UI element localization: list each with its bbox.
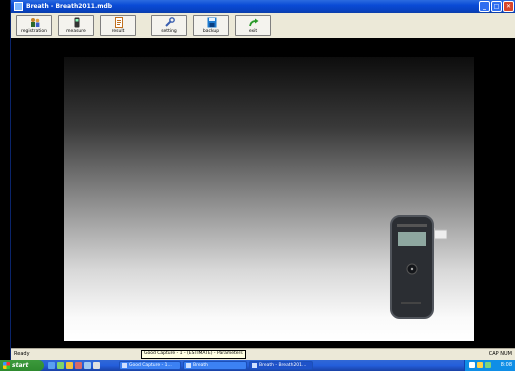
maximize-button[interactable]: □ <box>491 1 502 12</box>
task-label: Good Capture - 1... <box>129 363 172 368</box>
exit-label: exit <box>248 29 258 34</box>
key-indicators: CAP NUM <box>488 351 512 357</box>
people-icon <box>31 18 40 27</box>
volume-icon[interactable] <box>477 362 483 368</box>
document-icon <box>115 17 123 28</box>
task-breath-app[interactable]: Breath - Breath201... <box>249 361 313 370</box>
setting-label: setting <box>161 29 177 34</box>
main-content <box>11 38 515 348</box>
taskbar: start Good Capture - 1... Breath Breath … <box>0 360 515 371</box>
measure-label: measure <box>66 29 86 34</box>
exit-button[interactable]: exit <box>235 15 271 36</box>
close-button[interactable]: ✕ <box>503 1 514 12</box>
device-icon <box>74 17 80 28</box>
ie-icon[interactable] <box>48 362 55 369</box>
task-breath-folder[interactable]: Breath <box>183 361 247 370</box>
splash-panel <box>64 57 474 341</box>
result-button[interactable]: result <box>100 15 136 36</box>
setting-button[interactable]: setting <box>151 15 187 36</box>
wrench-icon <box>165 17 175 27</box>
window-title: Breath - Breath2011.mdb <box>26 3 113 10</box>
folder-task-icon <box>186 363 191 368</box>
backup-button[interactable]: backup <box>193 15 229 36</box>
windows-logo-icon <box>3 362 10 369</box>
task-good-capture[interactable]: Good Capture - 1... <box>119 361 181 370</box>
floppy-icon <box>207 17 217 28</box>
network-icon[interactable] <box>469 362 475 368</box>
toolbar: registration measure result setting back… <box>11 13 515 39</box>
app-quicklaunch-icon[interactable] <box>84 362 91 369</box>
start-label: start <box>12 362 29 369</box>
window-controls: _ □ ✕ <box>479 1 514 12</box>
task-label: Breath <box>193 363 208 368</box>
measure-button[interactable]: measure <box>58 15 94 36</box>
tooltip: Good Capture - 1 - (ESTIMATE) - Paramete… <box>141 350 246 359</box>
app-icon <box>14 2 23 11</box>
backup-label: backup <box>202 29 220 34</box>
result-label: result <box>111 29 125 34</box>
system-tray: 8:08 <box>464 360 515 371</box>
breathalyzer-image <box>390 215 447 319</box>
capture-app-icon <box>122 363 127 368</box>
security-icon[interactable] <box>485 362 491 368</box>
media-icon[interactable] <box>75 362 82 369</box>
status-text: Ready <box>14 351 30 357</box>
clock: 8:08 <box>500 362 512 368</box>
exit-arrow-icon <box>249 18 259 27</box>
folder-icon[interactable] <box>66 362 73 369</box>
breath-app-icon <box>252 363 257 368</box>
start-button[interactable]: start <box>0 360 44 371</box>
minimize-button[interactable]: _ <box>479 1 490 12</box>
desktop-icon[interactable] <box>57 362 64 369</box>
title-bar[interactable]: Breath - Breath2011.mdb _ □ ✕ <box>11 0 515 13</box>
settings-quicklaunch-icon[interactable] <box>93 362 100 369</box>
registration-button[interactable]: registration <box>16 15 52 36</box>
task-label: Breath - Breath201... <box>259 363 307 368</box>
desktop: Breath - Breath2011.mdb _ □ ✕ registrati… <box>0 0 515 371</box>
app-window: Breath - Breath2011.mdb _ □ ✕ registrati… <box>10 0 515 361</box>
registration-label: registration <box>21 29 47 34</box>
